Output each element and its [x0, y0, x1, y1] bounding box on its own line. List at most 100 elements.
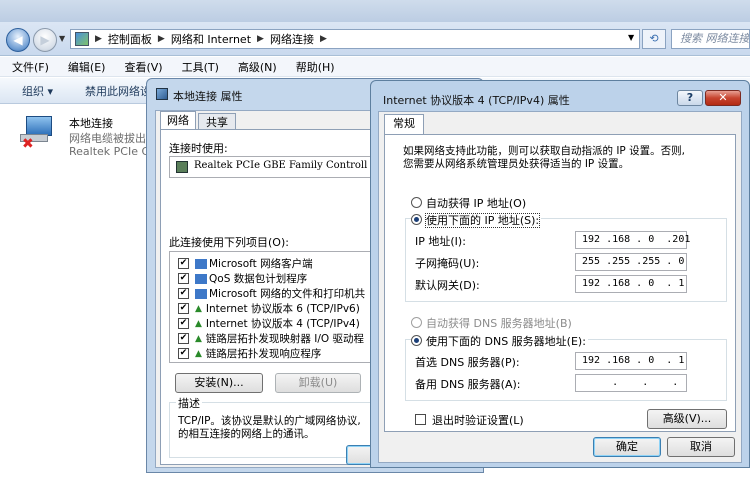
alternate-dns-label: 备用 DNS 服务器(A): [415, 378, 521, 391]
checkbox [415, 414, 426, 425]
radio-icon [411, 214, 422, 225]
preferred-dns-field[interactable]: 192 .168 . 0 . 1 [575, 352, 687, 370]
auto-ip-label: 自动获得 IP 地址(O) [426, 197, 527, 210]
subnet-mask-label: 子网掩码(U): [415, 257, 480, 270]
menu-file[interactable]: 文件(F) [0, 59, 56, 75]
network-icon [156, 88, 168, 100]
list-item[interactable]: ✔ Microsoft 网络的文件和打印机共 [178, 286, 365, 301]
breadcrumb-separator-icon[interactable]: ▶ [95, 34, 102, 44]
refresh-icon[interactable]: ⟲ [642, 29, 666, 49]
list-item-label: Microsoft 网络客户端 [209, 258, 313, 270]
advanced-button[interactable]: 高级(V)... [647, 409, 727, 429]
menu-view[interactable]: 查看(V) [112, 59, 169, 75]
network-adapter-icon[interactable]: ✖ [20, 114, 58, 152]
adapter-device: Realtek PCIe G [69, 145, 151, 158]
validate-on-exit-checkbox[interactable]: 退出时验证设置(L) [415, 412, 524, 428]
close-button[interactable]: ✕ [705, 90, 741, 106]
adapter-name[interactable]: 本地连接 [69, 115, 113, 131]
cancel-button[interactable]: 取消 [667, 437, 735, 457]
preferred-dns-label: 首选 DNS 服务器(P): [415, 356, 520, 369]
help-button[interactable]: ? [677, 90, 703, 106]
list-item-label: Internet 协议版本 6 (TCP/IPv6) [205, 303, 360, 315]
organize-button[interactable]: 组织 ▾ [0, 83, 63, 99]
service-icon [195, 273, 207, 284]
forward-icon[interactable]: ▶ [33, 28, 57, 52]
protocol-icon: ▲ [195, 318, 202, 329]
radio-icon [411, 197, 422, 208]
adapter-name-text: Realtek PCIe GBE Family Controll [194, 160, 368, 171]
uninstall-button[interactable]: 卸载(U) [275, 373, 361, 393]
checkbox[interactable]: ✔ [178, 348, 189, 359]
connect-using-label: 连接时使用: [169, 142, 228, 155]
breadcrumb-item[interactable]: 网络和 Internet [171, 31, 251, 47]
breadcrumb-item[interactable]: 控制面板 [108, 31, 152, 47]
validate-on-exit-label: 退出时验证设置(L) [432, 414, 524, 427]
control-panel-icon [75, 32, 89, 46]
history-dropdown-icon[interactable]: ▼ [59, 34, 65, 43]
alternate-dns-field[interactable]: . . . [575, 374, 687, 392]
gateway-field[interactable]: 192 .168 . 0 . 1 [575, 275, 687, 293]
menu-tools[interactable]: 工具(T) [170, 59, 226, 75]
search-input[interactable]: 搜索 网络连接 [671, 29, 750, 49]
list-item[interactable]: ✔ Microsoft 网络客户端 [178, 256, 313, 271]
ipv4-properties-dialog: Internet 协议版本 4 (TCP/IPv4) 属性 ? ✕ 常规 如果网… [370, 80, 750, 468]
checkbox[interactable]: ✔ [178, 288, 189, 299]
list-item-label: QoS 数据包计划程序 [209, 273, 308, 285]
description-text: 的相互连接的网络上的通讯。 [178, 428, 315, 440]
menu-advanced[interactable]: 高级(N) [226, 59, 284, 75]
list-item-label: Microsoft 网络的文件和打印机共 [209, 288, 366, 300]
radio-icon [411, 335, 422, 346]
manual-ip-label: 使用下面的 IP 地址(S): [424, 213, 541, 228]
protocol-icon: ▲ [195, 333, 202, 344]
list-item-label: 链路层拓扑发现响应程序 [205, 348, 322, 360]
tab-general[interactable]: 常规 [384, 114, 424, 134]
ip-address-label: IP 地址(I): [415, 235, 466, 248]
dialog-title: 本地连接 属性 [173, 90, 243, 103]
breadcrumb-separator-icon[interactable]: ▶ [158, 34, 165, 44]
list-item[interactable]: ✔ ▲ Internet 协议版本 4 (TCP/IPv4) [178, 316, 360, 331]
radio-icon [411, 317, 422, 328]
auto-dns-radio[interactable]: 自动获得 DNS 服务器地址(B) [411, 315, 572, 331]
breadcrumb-item[interactable]: 网络连接 [270, 31, 314, 47]
list-item[interactable]: ✔ ▲ 链路层拓扑发现映射器 I/O 驱动程 [178, 331, 364, 346]
ip-address-field[interactable]: 192 .168 . 0 .201 [575, 231, 690, 249]
protocol-icon: ▲ [195, 348, 202, 359]
client-icon [195, 258, 207, 269]
checkbox[interactable]: ✔ [178, 258, 189, 269]
tab-network[interactable]: 网络 [160, 111, 196, 131]
intro-text: 您需要从网络系统管理员处获得适当的 IP 设置。 [403, 158, 630, 170]
breadcrumb-separator-icon[interactable]: ▶ [320, 34, 327, 44]
back-icon[interactable]: ◀ [6, 28, 30, 52]
address-dropdown-icon[interactable]: ▼ [628, 33, 634, 42]
address-bar[interactable]: ▶ 控制面板 ▶ 网络和 Internet ▶ 网络连接 ▶ [70, 29, 640, 49]
list-item[interactable]: ✔ QoS 数据包计划程序 [178, 271, 307, 286]
install-button[interactable]: 安装(N)... [175, 373, 263, 393]
dialog-body: 常规 如果网络支持此功能，则可以获取自动指派的 IP 设置。否则, 您需要从网络… [378, 111, 742, 463]
list-item-label: 链路层拓扑发现映射器 I/O 驱动程 [205, 333, 364, 345]
subnet-mask-field[interactable]: 255 .255 .255 . 0 [575, 253, 687, 271]
breadcrumb-separator-icon[interactable]: ▶ [257, 34, 264, 44]
dialog-title: Internet 协议版本 4 (TCP/IPv4) 属性 [383, 94, 570, 107]
manual-ip-radio[interactable]: 使用下面的 IP 地址(S): [411, 212, 542, 228]
manual-dns-radio[interactable]: 使用下面的 DNS 服务器地址(E): [411, 333, 588, 349]
network-card-icon [176, 161, 188, 173]
list-item[interactable]: ✔ ▲ Internet 协议版本 6 (TCP/IPv6) [178, 301, 360, 316]
list-item-label: Internet 协议版本 4 (TCP/IPv4) [205, 318, 360, 330]
menu-edit[interactable]: 编辑(E) [56, 59, 113, 75]
gateway-label: 默认网关(D): [415, 279, 480, 292]
checkbox[interactable]: ✔ [178, 273, 189, 284]
service-icon [195, 288, 207, 299]
list-item[interactable]: ✔ ▲ 链路层拓扑发现响应程序 [178, 346, 321, 361]
protocol-icon: ▲ [195, 303, 202, 314]
menu-help[interactable]: 帮助(H) [284, 59, 342, 75]
checkbox[interactable]: ✔ [178, 333, 189, 344]
ok-button[interactable]: 确定 [593, 437, 661, 457]
auto-dns-label: 自动获得 DNS 服务器地址(B) [426, 317, 572, 330]
checkbox[interactable]: ✔ [178, 303, 189, 314]
checkbox[interactable]: ✔ [178, 318, 189, 329]
menu-bar: 文件(F) 编辑(E) 查看(V) 工具(T) 高级(N) 帮助(H) [0, 57, 750, 77]
description-label: 描述 [176, 395, 202, 411]
explorer-titlebar [0, 0, 750, 22]
auto-ip-radio[interactable]: 自动获得 IP 地址(O) [411, 195, 526, 211]
items-label: 此连接使用下列项目(O): [169, 236, 289, 249]
